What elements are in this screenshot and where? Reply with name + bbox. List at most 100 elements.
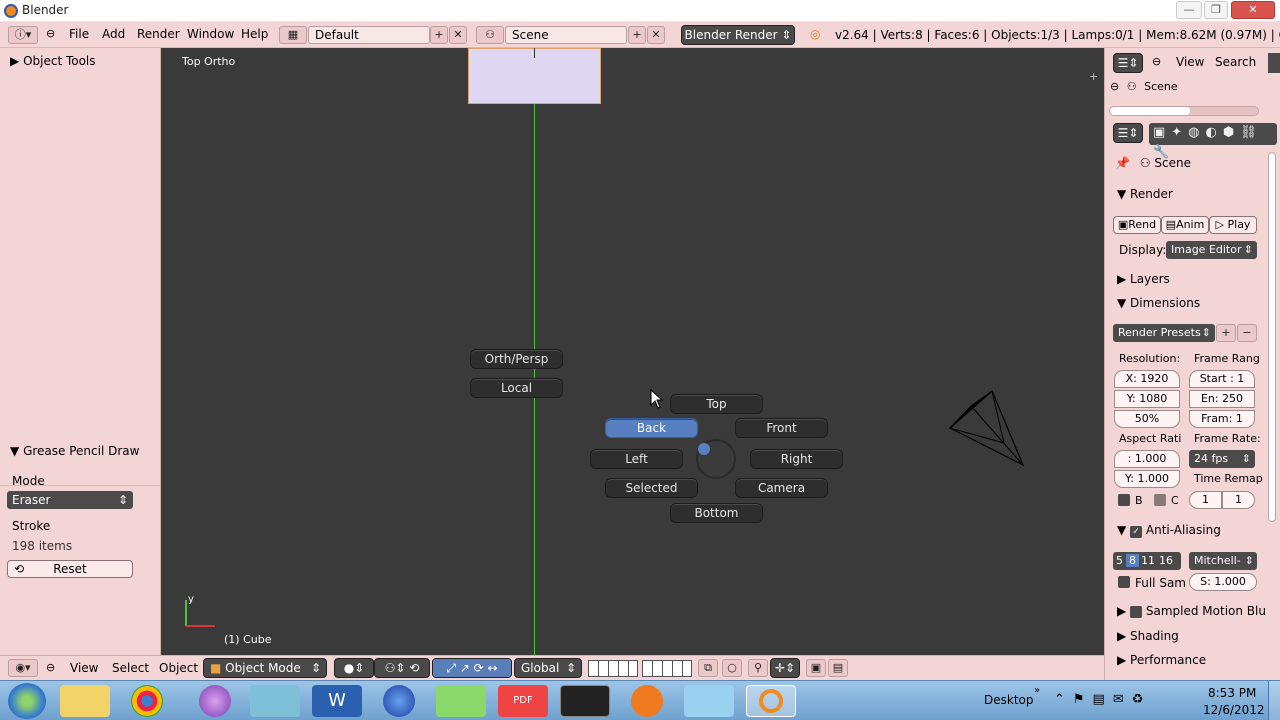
frame-step-field[interactable]: Fram: 1 xyxy=(1189,410,1255,428)
anti-aliasing-checkbox[interactable]: ✓ xyxy=(1130,526,1143,538)
local-view-button[interactable]: Local xyxy=(470,378,563,398)
menu-view[interactable]: View xyxy=(70,661,98,675)
3d-viewport[interactable]: Top Ortho + Orth/Persp Local Top Back Fr… xyxy=(161,48,1104,655)
delete-layout-icon[interactable]: ✕ xyxy=(449,26,467,44)
motion-blur-checkbox[interactable] xyxy=(1130,605,1143,618)
motion-blur-panel-header[interactable]: ▶ Sampled Motion Blu xyxy=(1117,604,1266,618)
back-view-button[interactable]: Back xyxy=(605,418,698,438)
resolution-x-field[interactable]: X: 1920 xyxy=(1114,370,1180,388)
system-tray-icons[interactable]: ⌃⚑▤✉♻ xyxy=(1054,692,1151,707)
interaction-mode-select[interactable]: ■ Object Mode ⇕ xyxy=(203,658,327,678)
word-taskbar-icon[interactable]: W xyxy=(312,685,362,717)
menu-add[interactable]: Add xyxy=(102,27,125,41)
outliner-scene-row[interactable]: ⊖ ⚇ Scene xyxy=(1110,80,1178,93)
layer-buttons-1[interactable] xyxy=(588,660,638,677)
close-button[interactable]: ✕ xyxy=(1231,1,1275,19)
toolbar-expand-icon[interactable]: » xyxy=(1034,685,1040,696)
chrome-taskbar-icon[interactable] xyxy=(131,685,163,717)
display-select[interactable]: Image Editor ⇕ xyxy=(1166,241,1257,259)
aa-samples-11[interactable]: 11 xyxy=(1139,554,1157,567)
editor-type-3dview-icon[interactable]: ◉▾ xyxy=(8,659,38,677)
desktop-toolbar-label[interactable]: Desktop xyxy=(984,693,1034,707)
properties-context-tabs[interactable]: ▣✦◍◐⬢⛓🔧 xyxy=(1149,123,1277,160)
render-panel-header[interactable]: ▼ Render xyxy=(1117,187,1173,201)
aa-samples-16[interactable]: 16 xyxy=(1157,554,1175,567)
screen-layout-icon[interactable]: ▦ xyxy=(279,26,307,44)
outliner-hscrollbar[interactable] xyxy=(1109,106,1259,116)
add-preset-icon[interactable]: + xyxy=(1216,324,1236,342)
resolution-percent-field[interactable]: 50% xyxy=(1114,410,1180,428)
performance-panel-header[interactable]: ▶ Performance xyxy=(1117,653,1206,667)
properties-scrollbar[interactable] xyxy=(1268,152,1276,522)
aspect-y-field[interactable]: Y: 1.000 xyxy=(1114,470,1180,488)
frame-start-field[interactable]: Start : 1 xyxy=(1189,370,1255,388)
border-checkbox[interactable] xyxy=(1118,494,1130,506)
editor-type-properties-icon[interactable]: ☰⇕ xyxy=(1113,123,1143,143)
add-scene-icon[interactable]: + xyxy=(628,26,646,44)
layer-lock-icon[interactable]: ⧉ xyxy=(698,659,718,677)
tool-taskbar-icon[interactable] xyxy=(436,685,486,717)
play-button[interactable]: ▷ Play xyxy=(1209,216,1257,234)
explorer-taskbar-icon[interactable] xyxy=(60,685,110,717)
editor-type-info-icon[interactable]: ⓘ▾ xyxy=(8,26,38,44)
cmd-taskbar-icon[interactable] xyxy=(560,685,610,717)
selected-view-button[interactable]: Selected xyxy=(605,478,698,498)
collapse-menu-icon[interactable]: ⊖ xyxy=(1152,55,1161,68)
pin-icon[interactable]: 📌 xyxy=(1115,156,1130,170)
layer-buttons-2[interactable] xyxy=(642,660,692,677)
left-view-button[interactable]: Left xyxy=(590,449,683,469)
render-presets-select[interactable]: Render Presets ⇕ xyxy=(1113,324,1215,342)
opengl-render-icon[interactable]: ▣ xyxy=(806,659,826,677)
outliner-scroll-thumb[interactable] xyxy=(1110,107,1190,115)
dimensions-panel-header[interactable]: ▼ Dimensions xyxy=(1117,296,1200,310)
frame-rate-select[interactable]: 24 fps ⇕ xyxy=(1189,450,1255,468)
right-view-button[interactable]: Right xyxy=(750,449,843,469)
menu-render[interactable]: Render xyxy=(137,27,180,41)
menu-file[interactable]: File xyxy=(69,27,89,41)
clock-time[interactable]: 8:53 PM xyxy=(1208,686,1256,700)
remove-preset-icon[interactable]: − xyxy=(1237,324,1257,342)
maximize-button[interactable]: ❐ xyxy=(1204,1,1228,19)
start-button[interactable] xyxy=(8,683,46,719)
scene-selector-icon[interactable]: ⚇ xyxy=(476,26,504,44)
resolution-y-field[interactable]: Y: 1080 xyxy=(1114,390,1180,408)
menu-window[interactable]: Window xyxy=(187,27,234,41)
full-sample-checkbox[interactable] xyxy=(1118,576,1130,588)
time-remap-new-field[interactable]: 1 xyxy=(1222,491,1255,509)
add-layout-icon[interactable]: + xyxy=(430,26,448,44)
editor-type-outliner-icon[interactable]: ☰⇕ xyxy=(1113,53,1143,73)
camera-view-button[interactable]: Camera xyxy=(735,478,828,498)
blender-taskbar-icon[interactable] xyxy=(746,685,796,717)
globe-taskbar-icon[interactable] xyxy=(383,685,415,717)
filter-size-field[interactable]: S: 1.000 xyxy=(1189,573,1257,591)
reset-button[interactable]: ⟲ Reset xyxy=(7,560,133,578)
clock-date[interactable]: 12/6/2012 xyxy=(1203,703,1265,717)
time-remap-old-field[interactable]: 1 xyxy=(1189,491,1222,509)
menu-help[interactable]: Help xyxy=(241,27,268,41)
anti-aliasing-panel-header[interactable]: ▼ ✓ Anti-Aliasing xyxy=(1117,523,1221,538)
render-engine-select[interactable]: Blender Render ⇕ xyxy=(681,25,795,45)
render-still-button[interactable]: ▣Rend xyxy=(1113,216,1161,234)
show-desktop-button[interactable] xyxy=(1268,681,1280,720)
pivot-point-select[interactable]: ⚇⇕ ⟲ xyxy=(374,658,430,678)
crop-checkbox[interactable] xyxy=(1154,494,1166,506)
menu-select[interactable]: Select xyxy=(112,661,149,675)
collapse-menu-icon[interactable]: ⊖ xyxy=(46,27,55,40)
viewport-shading-select[interactable]: ●⇕ xyxy=(334,658,374,678)
bottom-view-button[interactable]: Bottom xyxy=(670,503,763,523)
manipulator-toggles[interactable]: ⤢ ↗ ⟳ ↔ xyxy=(432,658,512,678)
orth-persp-button[interactable]: Orth/Persp xyxy=(470,349,563,369)
frame-end-field[interactable]: En: 250 xyxy=(1189,390,1255,408)
aspect-x-field[interactable]: : 1.000 xyxy=(1114,450,1180,468)
grease-pencil-panel-header[interactable]: ▼ Grease Pencil Draw xyxy=(10,444,139,458)
delete-scene-icon[interactable]: ✕ xyxy=(647,26,665,44)
front-view-button[interactable]: Front xyxy=(735,418,828,438)
layout-name-field[interactable]: Default xyxy=(308,26,430,44)
layers-panel-header[interactable]: ▶ Layers xyxy=(1117,272,1170,286)
media-taskbar-icon[interactable] xyxy=(199,685,231,717)
pdf-taskbar-icon[interactable]: PDF xyxy=(498,685,548,717)
opengl-anim-icon[interactable]: ▤ xyxy=(828,659,848,677)
transform-orientation-select[interactable]: Global ⇕ xyxy=(514,658,582,678)
minimize-button[interactable]: — xyxy=(1176,1,1202,19)
add-region-icon[interactable]: + xyxy=(1089,70,1098,83)
